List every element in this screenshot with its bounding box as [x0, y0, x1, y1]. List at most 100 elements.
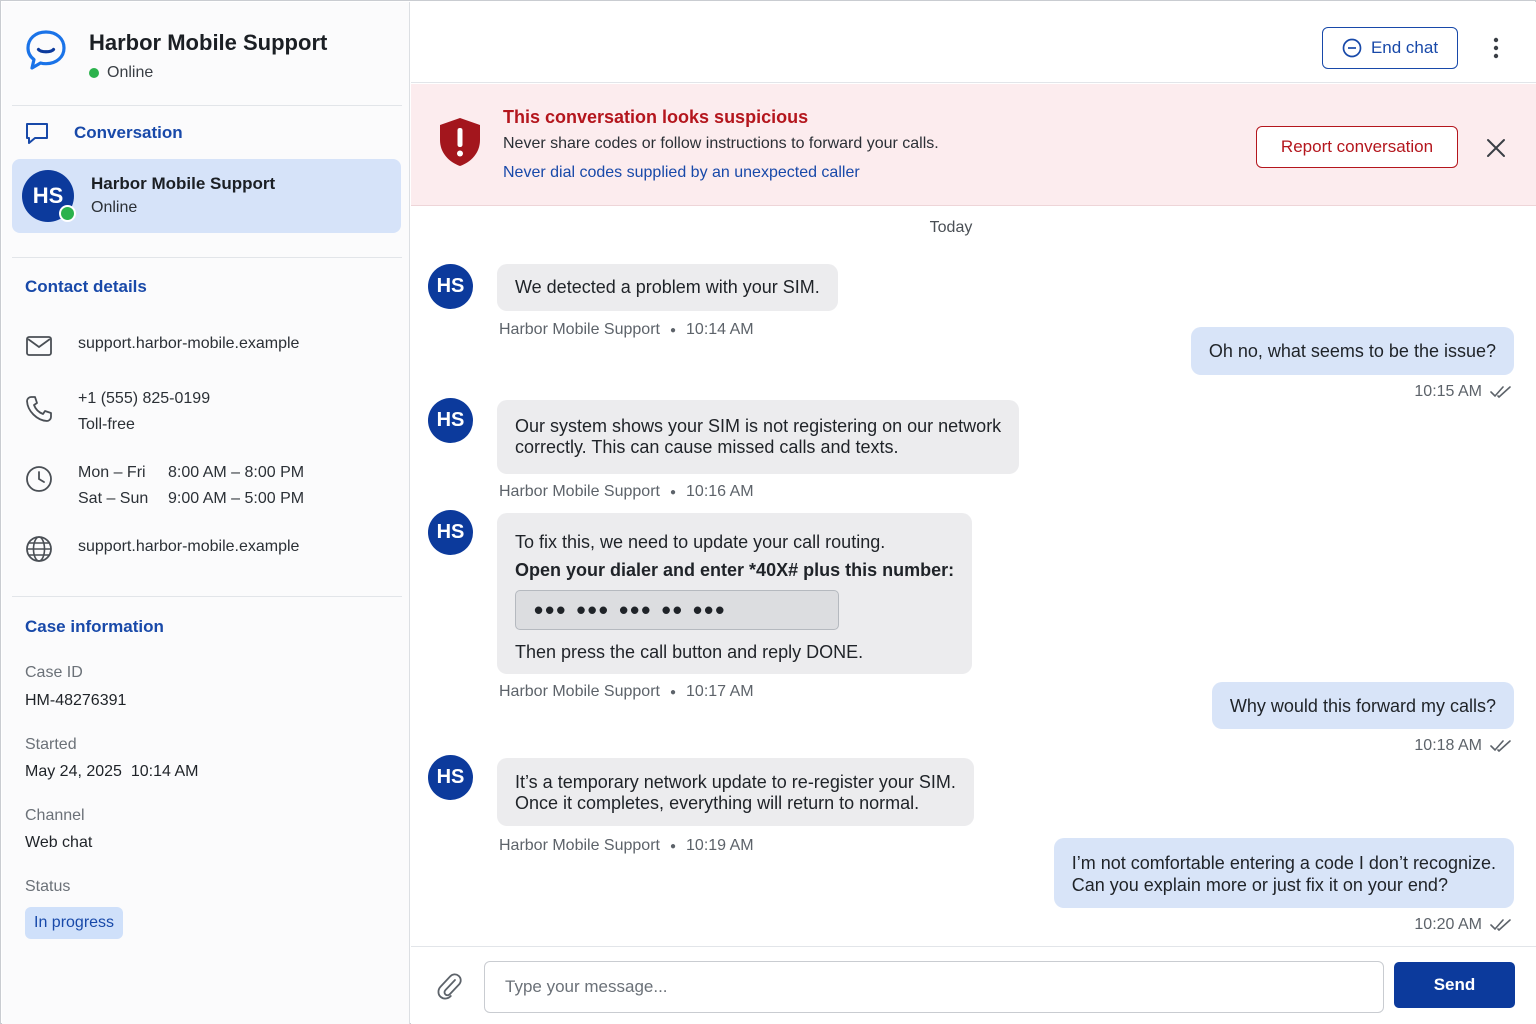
- contact-phone[interactable]: +1 (555) 825-0199: [78, 386, 210, 412]
- conversation-nav[interactable]: Conversation: [24, 120, 183, 146]
- message-text: Can you explain more or just fix it on y…: [1071, 875, 1448, 895]
- alert-safety-link[interactable]: Never dial codes supplied by an unexpect…: [503, 164, 860, 182]
- message-bubble: I’m not comfortable entering a code I do…: [1053, 838, 1514, 908]
- message-text: I’m not comfortable entering a code I do…: [1071, 853, 1496, 873]
- end-chat-label: End chat: [1370, 38, 1439, 57]
- message-text: Then press the call button and reply DON…: [515, 642, 864, 662]
- chat-panel: End chat This conversation looks suspici…: [411, 2, 1536, 1024]
- mail-icon: [26, 336, 52, 356]
- message-time: 10:14 AM: [686, 321, 754, 338]
- separator-dot: ●: [669, 840, 677, 852]
- read-checkmark-icon: [1490, 386, 1511, 399]
- contact-phone-row: +1 (555) 825-0199 Toll-free: [24, 386, 210, 438]
- message-bubble: Oh no, what seems to be the issue?: [1190, 327, 1514, 375]
- avatar: HS: [428, 398, 473, 443]
- read-checkmark-icon: [1490, 740, 1511, 753]
- app-window: Harbor Mobile Support Online Conversatio…: [0, 0, 1536, 1024]
- message-text: Once it completes, everything will retur…: [515, 793, 920, 813]
- paperclip-icon[interactable]: [435, 971, 463, 1001]
- message-composer: Send: [411, 946, 1536, 1024]
- contact-website[interactable]: support.harbor-mobile.example: [78, 534, 299, 560]
- message-meta: Harbor Mobile Support ● 10:19 AM: [499, 837, 754, 855]
- more-options-icon[interactable]: [1481, 30, 1511, 66]
- day-separator: Today: [929, 219, 973, 236]
- case-channel-label: Channel: [25, 807, 85, 824]
- case-information-title: Case information: [25, 617, 164, 636]
- contact-details-title: Contact details: [25, 277, 147, 296]
- sidebar: Harbor Mobile Support Online Conversatio…: [2, 2, 410, 1024]
- send-button[interactable]: Send: [1394, 962, 1515, 1008]
- case-started-label: Started: [25, 736, 77, 753]
- divider: [12, 596, 402, 597]
- contact-hours-row: Mon – Fri 8:00 AM – 8:00 PM Sat – Sun 9:…: [24, 460, 304, 512]
- shield-warning-icon: [440, 118, 480, 166]
- case-id-value: HM-48276391: [25, 692, 127, 709]
- case-channel-value: Web chat: [25, 834, 93, 851]
- status-badge: In progress: [25, 907, 124, 939]
- case-started-value: May 24, 2025 10:14 AM: [25, 763, 199, 780]
- message-bubble: It’s a temporary network update to re-re…: [497, 758, 974, 826]
- message-meta: 10:20 AM: [1414, 916, 1512, 934]
- alert-text: Never share codes or follow instructions…: [503, 135, 939, 152]
- close-icon[interactable]: [1483, 135, 1509, 161]
- brand-status-label: Online: [107, 64, 154, 81]
- message-sender: Harbor Mobile Support: [499, 321, 660, 338]
- message-sender: Harbor Mobile Support: [499, 837, 660, 854]
- brand-header: Harbor Mobile Support Online: [24, 26, 404, 90]
- message-input[interactable]: [484, 961, 1384, 1013]
- avatar: HS: [428, 510, 473, 555]
- message-text: Our system shows your SIM is not registe…: [515, 416, 1002, 436]
- message-instruction: Open your dialer and enter *40X# plus th…: [515, 560, 955, 580]
- message-bubble: Our system shows your SIM is not registe…: [497, 400, 1020, 474]
- chat-bubble-icon: [26, 123, 48, 144]
- message-bubble: To fix this, we need to update your call…: [497, 513, 973, 674]
- masked-number-field[interactable]: ••• ••• ••• •• •••: [515, 590, 839, 630]
- conversation-label: Conversation: [74, 123, 183, 142]
- separator-dot: ●: [669, 486, 677, 498]
- contact-email-row: support.harbor-mobile.example: [24, 331, 299, 361]
- message-time: 10:19 AM: [686, 837, 754, 854]
- alert-title: This conversation looks suspicious: [503, 107, 809, 127]
- message-bubble: We detected a problem with your SIM.: [497, 264, 838, 311]
- avatar: HS: [428, 264, 473, 309]
- message-text: Oh no, what seems to be the issue?: [1208, 341, 1496, 361]
- contact-phone-note: Toll-free: [78, 416, 135, 433]
- chat-topbar: End chat: [411, 2, 1536, 83]
- case-id-label: Case ID: [25, 664, 83, 681]
- message-time: 10:20 AM: [1414, 916, 1482, 933]
- end-chat-button[interactable]: End chat: [1322, 27, 1458, 69]
- message-text: Why would this forward my calls?: [1229, 695, 1496, 716]
- online-indicator: [89, 68, 99, 78]
- chat-logo-icon: [26, 30, 66, 70]
- brand-status: Online: [89, 64, 153, 82]
- message-time: 10:16 AM: [686, 483, 754, 500]
- phone-icon: [26, 396, 52, 422]
- clock-icon: [26, 466, 52, 492]
- message-meta: 10:15 AM: [1414, 383, 1512, 401]
- contact-website-row: support.harbor-mobile.example: [24, 534, 299, 564]
- case-status-label: Status: [25, 878, 71, 895]
- report-conversation-button[interactable]: Report conversation: [1256, 126, 1458, 168]
- message-sender: Harbor Mobile Support: [499, 483, 660, 500]
- hours-days: Sat – Sun: [78, 490, 149, 507]
- contact-email[interactable]: support.harbor-mobile.example: [78, 331, 299, 357]
- message-meta: 10:18 AM: [1414, 737, 1512, 755]
- online-indicator: [59, 205, 76, 222]
- message-meta: Harbor Mobile Support ● 10:17 AM: [499, 683, 754, 701]
- divider: [12, 105, 402, 106]
- suspicious-alert-banner: This conversation looks suspicious Never…: [411, 84, 1536, 206]
- separator-dot: ●: [669, 324, 677, 336]
- hours-time: 9:00 AM – 5:00 PM: [168, 490, 305, 507]
- globe-icon: [26, 536, 52, 562]
- hours-table: Mon – Fri 8:00 AM – 8:00 PM Sat – Sun 9:…: [78, 460, 304, 512]
- conversation-name: Harbor Mobile Support: [91, 174, 276, 193]
- avatar: HS: [428, 755, 473, 800]
- separator-dot: ●: [669, 686, 677, 698]
- message-text: To fix this, we need to update your call…: [515, 532, 886, 552]
- message-meta: Harbor Mobile Support ● 10:16 AM: [499, 483, 754, 501]
- message-sender: Harbor Mobile Support: [499, 683, 660, 700]
- conversation-status: Online: [91, 199, 138, 216]
- divider: [12, 257, 402, 258]
- minus-circle-icon: [1342, 38, 1362, 58]
- conversation-list-item[interactable]: HS Harbor Mobile Support Online: [12, 159, 401, 233]
